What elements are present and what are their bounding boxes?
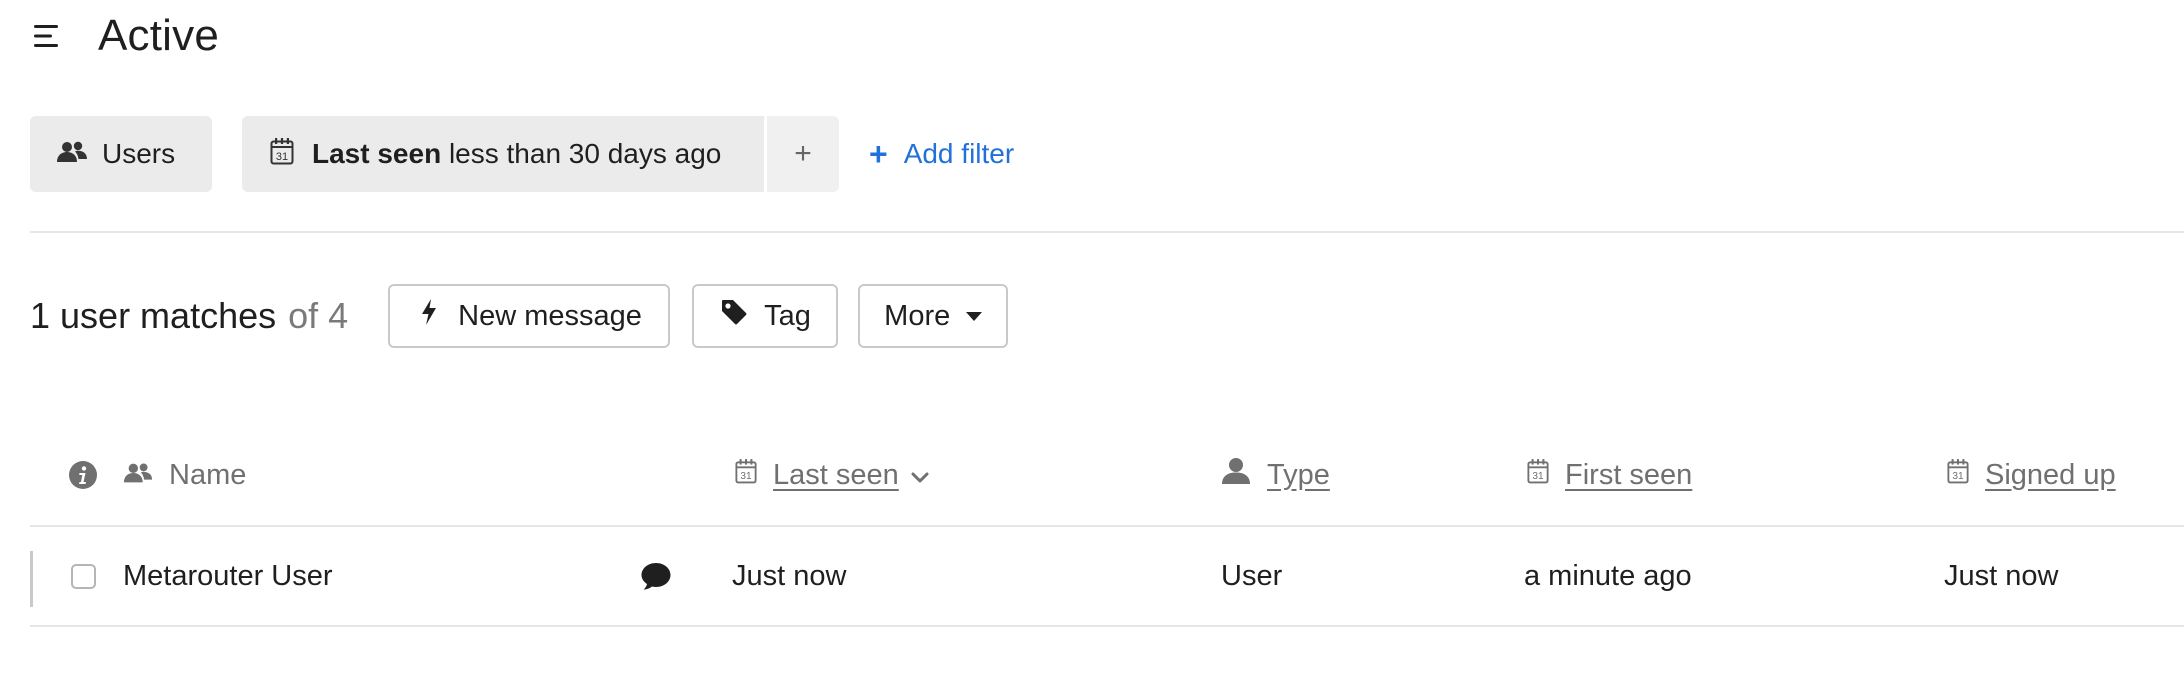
row-checkbox[interactable] <box>71 563 96 589</box>
column-label[interactable]: Last seen <box>773 459 899 492</box>
svg-text:31: 31 <box>1532 471 1544 482</box>
row-indicator <box>30 551 33 607</box>
filter-field: Last seen <box>312 138 442 169</box>
column-header-type[interactable]: Type <box>1221 445 1330 505</box>
match-total: of 4 <box>288 295 349 336</box>
more-dropdown-button[interactable]: More <box>858 284 1009 348</box>
hamburger-menu-icon[interactable] <box>30 18 66 54</box>
users-filter-chip[interactable]: Users <box>30 116 212 192</box>
match-count: 1 user matches <box>30 295 277 336</box>
svg-text:31: 31 <box>276 151 288 163</box>
tag-icon <box>720 298 748 334</box>
column-header-last-seen[interactable]: 31 Last seen <box>735 445 929 505</box>
chevron-down-icon[interactable] <box>911 459 929 492</box>
filter-bar: Users 31 Last seen less than 30 days ago… <box>30 116 1014 192</box>
chat-bubble-icon[interactable] <box>640 527 672 625</box>
info-icon[interactable] <box>68 445 98 505</box>
more-label: More <box>884 299 951 332</box>
filter-condition: less than 30 days ago <box>448 138 722 169</box>
users-icon <box>56 138 88 170</box>
column-label[interactable]: First seen <box>1565 459 1692 492</box>
cell-first-seen: a minute ago <box>1524 559 1692 592</box>
svg-text:31: 31 <box>1952 471 1964 482</box>
add-filter-button[interactable]: + Add filter <box>869 116 1014 192</box>
column-label: Name <box>169 458 247 491</box>
add-to-filter-group-button[interactable]: + <box>767 116 839 192</box>
calendar-icon: 31 <box>735 458 757 492</box>
row-select-cell <box>71 527 96 625</box>
users-icon <box>123 459 153 492</box>
page-title: Active <box>98 11 220 60</box>
cell-type: User <box>1221 559 1283 592</box>
person-icon <box>1221 457 1251 493</box>
new-message-button[interactable]: New message <box>388 284 671 348</box>
column-header-signed-up[interactable]: 31 Signed up <box>1947 445 2116 505</box>
column-header-first-seen[interactable]: 31 First seen <box>1527 445 1692 505</box>
last-seen-filter-chip[interactable]: 31 Last seen less than 30 days ago <box>242 116 764 192</box>
calendar-icon: 31 <box>1947 458 1969 492</box>
column-label[interactable]: Type <box>1267 459 1330 492</box>
new-message-label: New message <box>458 299 642 332</box>
divider <box>30 625 2184 627</box>
last-seen-filter-label: Last seen less than 30 days ago <box>312 138 721 170</box>
cell-signed-up: Just now <box>1944 559 2059 592</box>
cell-last-seen: Just now <box>732 559 847 592</box>
top-bar: Active <box>30 0 219 72</box>
tag-button[interactable]: Tag <box>692 284 839 348</box>
calendar-icon: 31 <box>270 137 294 172</box>
column-label[interactable]: Signed up <box>1985 459 2116 492</box>
svg-text:31: 31 <box>740 471 752 482</box>
tag-label: Tag <box>764 299 811 332</box>
column-header-name: Name <box>123 445 246 505</box>
results-toolbar: 1 user matches of 4 New message Tag More <box>30 284 1009 348</box>
lightning-icon <box>420 298 438 334</box>
calendar-icon: 31 <box>1527 458 1549 492</box>
plus-icon: + <box>869 135 888 172</box>
caret-down-icon <box>966 311 983 321</box>
cell-name[interactable]: Metarouter User <box>123 527 333 625</box>
add-filter-label: Add filter <box>903 138 1015 169</box>
table-row[interactable]: Metarouter User Just now User a minute a… <box>30 527 2184 625</box>
users-filter-label: Users <box>102 138 176 169</box>
divider <box>30 231 2184 233</box>
